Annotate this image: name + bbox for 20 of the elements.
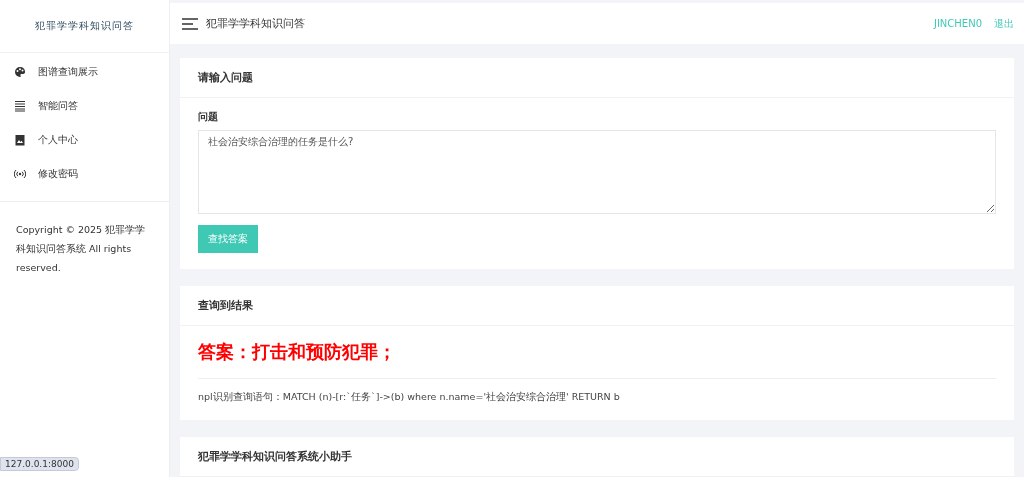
- menu-icon[interactable]: [182, 17, 198, 30]
- copyright-text: Copyright © 2025 犯罪学学科知识问答系统 All rights reserved.: [15, 223, 147, 275]
- card-title: 犯罪学学科知识问答系统小助手: [180, 437, 1014, 477]
- query-text: npl识别查询语句：MATCH (n)-[r:`任务`]->(b) where n.name='社会治安综合治理' RETURN b: [198, 391, 621, 404]
- signal-icon: [14, 168, 26, 180]
- card-title: 查询到结果: [180, 286, 1014, 326]
- palette-icon: [14, 66, 26, 78]
- sidebar-item[interactable]: 智能问答: [0, 89, 169, 123]
- answer-text: 答案：打击和预防犯罪；: [198, 340, 397, 364]
- page-title: 犯罪学学科知识问答: [206, 16, 305, 31]
- logo-text: 犯罪学学科知识问答: [35, 19, 134, 33]
- sidebar-item[interactable]: 图谱查询展示: [0, 55, 169, 89]
- card-title: 请输入问题: [180, 58, 1014, 98]
- sidebar-item[interactable]: 个人中心: [0, 123, 169, 157]
- list-icon: [14, 100, 26, 112]
- book-icon: [14, 134, 26, 146]
- field-label: 问题: [198, 110, 219, 124]
- sidebar-item[interactable]: 修改密码: [0, 157, 169, 191]
- url-tooltip: 127.0.0.1:8000: [0, 457, 79, 471]
- question-input[interactable]: 社会治安综合治理的任务是什么?: [198, 130, 996, 214]
